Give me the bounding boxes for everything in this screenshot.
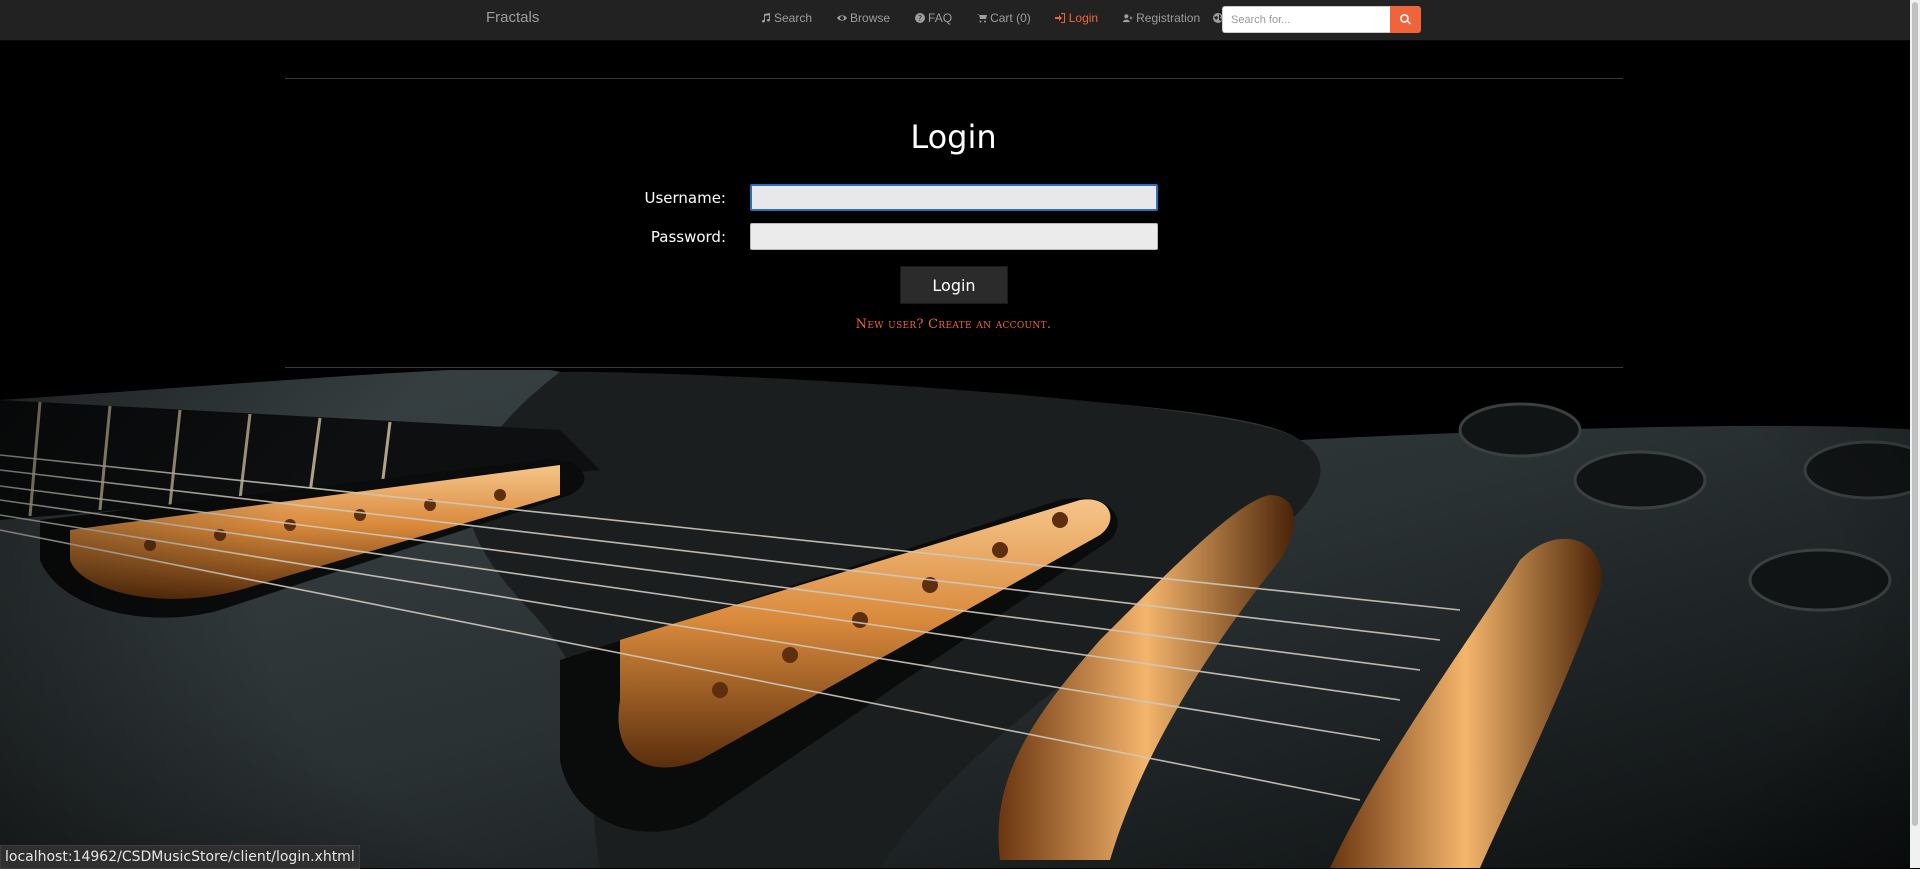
nav-browse-label: Browse [850,11,891,25]
page-title: Login [910,118,997,156]
nav-cart-link[interactable]: Cart (0) [964,0,1043,36]
brand-link[interactable]: Fractals [486,0,539,40]
nav-login-label: Login [1068,11,1099,25]
username-field[interactable] [750,184,1158,211]
navbar-search [1222,6,1421,33]
username-label: Username: [644,189,726,207]
nav-browse-link[interactable]: Browse [824,0,902,36]
search-button[interactable] [1390,6,1421,33]
password-label: Password: [650,228,726,246]
nav-registration-label: Registration [1136,11,1201,25]
nav-search-link[interactable]: Search [748,0,824,36]
nav-faq-label: FAQ [928,11,953,25]
cart-icon [976,13,987,24]
sign-in-icon [1055,13,1066,24]
top-navbar: Fractals Search Browse ? FAQ Cart (0) Lo… [0,0,1910,41]
nav-cart-label: Cart (0) [990,11,1031,25]
create-account-link[interactable]: New user? Create an account. [0,317,1907,332]
password-field[interactable] [750,223,1158,250]
divider-top [285,78,1623,79]
divider-bottom [285,367,1623,368]
nav-login-link[interactable]: Login [1043,0,1110,36]
login-button[interactable]: Login [900,266,1008,304]
nav-search-label: Search [774,11,813,25]
nav-links: Search Browse ? FAQ Cart (0) Login Regis… [748,0,1249,40]
nav-registration-link[interactable]: Registration [1110,0,1212,36]
svg-text:?: ? [917,14,921,23]
scrollbar-thumb[interactable] [1912,2,1918,826]
music-icon [760,13,771,24]
page-scrollbar[interactable] [1910,0,1920,868]
search-input[interactable] [1222,6,1390,33]
question-circle-icon: ? [914,13,925,24]
user-plus-icon [1122,13,1133,24]
status-bar-url: localhost:14962/CSDMusicStore/client/log… [0,845,360,869]
eye-icon [836,13,847,24]
search-icon [1400,14,1411,25]
nav-faq-link[interactable]: ? FAQ [902,0,964,36]
